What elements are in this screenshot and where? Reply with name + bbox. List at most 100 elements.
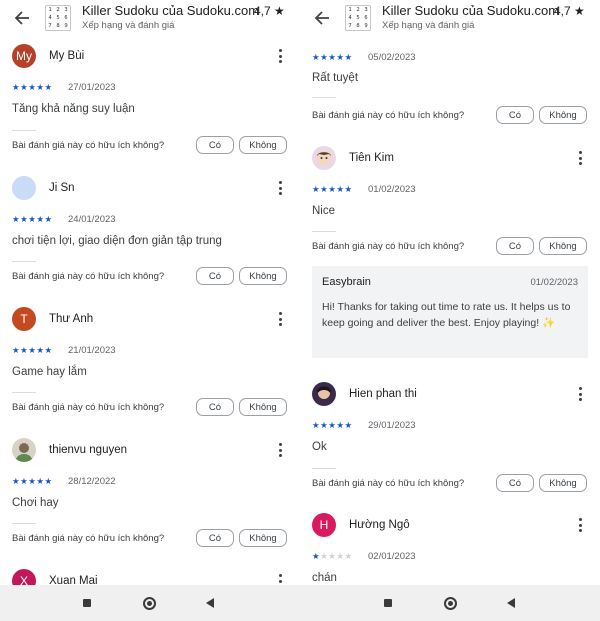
star-rating: ★★★★★	[312, 184, 353, 194]
system-nav-bar	[0, 585, 600, 621]
more-vert-icon[interactable]	[278, 574, 282, 585]
review-text: chán	[312, 572, 337, 584]
divider	[12, 523, 36, 524]
star-rating: ★★★★★	[12, 82, 53, 92]
helpful-yes-button[interactable]: Có	[496, 237, 534, 255]
review-date: 01/02/2023	[368, 184, 416, 195]
star-rating: ★★★★★	[312, 420, 353, 430]
app-rating: 4,7 ★	[254, 4, 285, 18]
helpful-question: Bài đánh giá này có hữu ích không?	[312, 241, 465, 252]
helpful-no-button[interactable]: Không	[539, 106, 587, 124]
helpful-yes-button[interactable]: Có	[196, 398, 234, 416]
review-date: 27/01/2023	[68, 82, 116, 93]
avatar	[312, 146, 336, 170]
helpful-yes-button[interactable]: Có	[196, 529, 234, 547]
helpful-no-button[interactable]: Không	[539, 237, 587, 255]
helpful-question: Bài đánh giá này có hữu ích không?	[312, 478, 465, 489]
reviewer-name: thienvu nguyen	[49, 444, 128, 456]
review-date: 28/12/2022	[68, 476, 116, 487]
reviews-list[interactable]: My My Bùi ★★★★★ 27/01/2023 Tăng khả năng…	[0, 36, 300, 585]
app-bar: 123 456 789 Killer Sudoku của Sudoku.com…	[300, 0, 600, 36]
star-rating: ★★★★★	[12, 345, 53, 355]
divider	[312, 231, 336, 232]
helpful-question: Bài đánh giá này có hữu ích không?	[12, 271, 165, 282]
review-text: chơi tiện lợi, giao diện đơn giản tập tr…	[12, 235, 222, 247]
review-date: 21/01/2023	[68, 345, 116, 356]
avatar	[12, 176, 36, 200]
reply-date: 01/02/2023	[530, 277, 578, 288]
more-vert-icon[interactable]	[278, 49, 282, 63]
star-rating: ★★★★★	[12, 476, 53, 486]
review-text: Chơi hay	[12, 497, 59, 509]
more-vert-icon[interactable]	[278, 181, 282, 195]
reviewer-name: My Bùi	[49, 50, 85, 62]
helpful-no-button[interactable]: Không	[239, 136, 287, 154]
reviewer-name: Thư Anh	[49, 313, 94, 325]
app-title: Killer Sudoku của Sudoku.com	[382, 3, 560, 18]
square-icon[interactable]	[72, 585, 102, 621]
star-rating: ★★★★★	[312, 52, 353, 62]
review-text: Game hay lắm	[12, 366, 87, 378]
triangle-icon[interactable]	[496, 585, 526, 621]
more-vert-icon[interactable]	[578, 151, 582, 165]
helpful-question: Bài đánh giá này có hữu ích không?	[12, 140, 165, 151]
triangle-icon[interactable]	[195, 585, 225, 621]
helpful-yes-button[interactable]: Có	[496, 474, 534, 492]
star-rating: ★★★★★	[12, 214, 53, 224]
avatar: T	[12, 307, 36, 331]
avatar: X	[12, 569, 36, 585]
reply-text: Hi! Thanks for taking out time to rate u…	[322, 301, 571, 329]
helpful-yes-button[interactable]: Có	[496, 106, 534, 124]
more-vert-icon[interactable]	[578, 518, 582, 532]
helpful-no-button[interactable]: Không	[539, 474, 587, 492]
divider	[312, 97, 336, 98]
divider	[12, 392, 36, 393]
reviewer-name: Hien phan thi	[349, 388, 417, 400]
app-subtitle: Xếp hạng và đánh giá	[382, 20, 475, 31]
helpful-yes-button[interactable]: Có	[196, 267, 234, 285]
reviewer-name: Xuan Mai	[49, 575, 98, 585]
avatar	[12, 438, 36, 462]
app-rating: 4,7 ★	[554, 4, 585, 18]
review-date: 24/01/2023	[68, 214, 116, 225]
helpful-no-button[interactable]: Không	[239, 398, 287, 416]
more-vert-icon[interactable]	[278, 443, 282, 457]
avatar	[312, 382, 336, 406]
circle-icon[interactable]	[435, 585, 465, 621]
review-date: 29/01/2023	[368, 420, 416, 431]
circle-icon[interactable]	[134, 585, 164, 621]
divider	[12, 130, 36, 131]
reviews-list[interactable]: ★★★★★ 05/02/2023 Rất tuyệt Bài đánh giá …	[300, 4, 600, 585]
divider	[312, 468, 336, 469]
more-vert-icon[interactable]	[278, 312, 282, 326]
review-date: 02/01/2023	[368, 551, 416, 562]
left-screen: 123 456 789 Killer Sudoku của Sudoku.com…	[0, 0, 300, 585]
more-vert-icon[interactable]	[578, 387, 582, 401]
helpful-question: Bài đánh giá này có hữu ích không?	[12, 402, 165, 413]
arrow-left-icon[interactable]	[12, 8, 32, 28]
reviewer-name: Ji Sn	[49, 182, 75, 194]
star-rating: ★★★★★	[312, 551, 353, 561]
avatar: My	[12, 44, 36, 68]
right-screen: 123 456 789 Killer Sudoku của Sudoku.com…	[300, 0, 600, 585]
app-subtitle: Xếp hạng và đánh giá	[82, 20, 175, 31]
helpful-no-button[interactable]: Không	[239, 267, 287, 285]
app-icon: 123 456 789	[345, 5, 371, 31]
review-text: Tăng khả năng suy luận	[12, 103, 135, 115]
helpful-yes-button[interactable]: Có	[196, 136, 234, 154]
review-text: Ok	[312, 441, 327, 453]
app-title: Killer Sudoku của Sudoku.com	[82, 3, 260, 18]
helpful-no-button[interactable]: Không	[239, 529, 287, 547]
reviewer-name: Hường Ngô	[349, 519, 410, 531]
helpful-question: Bài đánh giá này có hữu ích không?	[312, 110, 465, 121]
avatar: H	[312, 513, 336, 537]
reviewer-name: Tiên Kim	[349, 152, 394, 164]
app-icon: 123 456 789	[45, 5, 71, 31]
app-bar: 123 456 789 Killer Sudoku của Sudoku.com…	[0, 0, 300, 36]
divider	[12, 261, 36, 262]
developer-reply: Easybrain 01/02/2023 Hi! Thanks for taki…	[312, 266, 588, 358]
arrow-left-icon[interactable]	[312, 8, 332, 28]
review-date: 05/02/2023	[368, 52, 416, 63]
square-icon[interactable]	[373, 585, 403, 621]
developer-name: Easybrain	[322, 276, 371, 288]
